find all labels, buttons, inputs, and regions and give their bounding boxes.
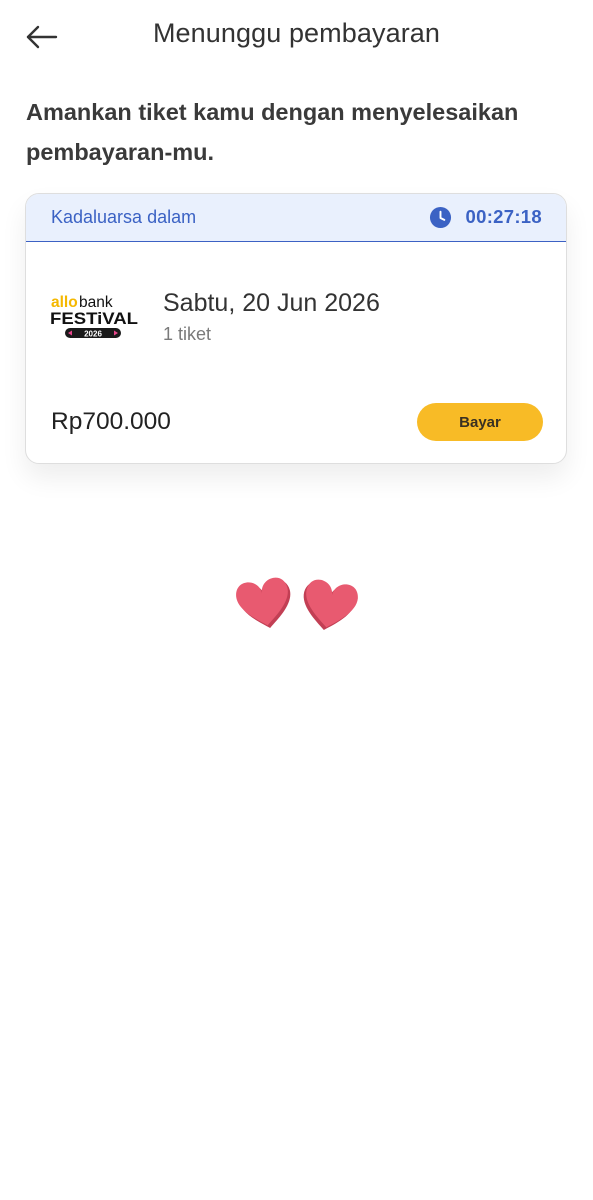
pay-button[interactable]: Bayar xyxy=(417,403,543,441)
event-date: Sabtu, 20 Jun 2026 xyxy=(163,289,380,317)
svg-text:FESTiVAL: FESTiVAL xyxy=(50,309,138,328)
expiry-label: Kadaluarsa dalam xyxy=(51,207,197,227)
total-price: Rp700.000 xyxy=(51,408,171,435)
top-app-bar: Menunggu pembayaran xyxy=(0,0,593,74)
expiry-banner: Kadaluarsa dalam 00:27:18 xyxy=(26,194,566,242)
two-hearts-icon xyxy=(234,575,360,635)
ticket-count: 1 tiket xyxy=(163,324,212,344)
order-card: Kadaluarsa dalam 00:27:18 allo bank FEST… xyxy=(25,193,567,464)
intro-text: Amankan tiket kamu dengan menyelesaikan … xyxy=(26,99,519,165)
page-title: Menunggu pembayaran xyxy=(152,18,441,48)
svg-text:2026: 2026 xyxy=(84,330,102,339)
allobank-festival-logo: allo bank FESTiVAL 2026 xyxy=(50,294,138,339)
countdown-timer: 00:27:18 xyxy=(465,206,542,227)
clock-icon xyxy=(429,206,452,229)
